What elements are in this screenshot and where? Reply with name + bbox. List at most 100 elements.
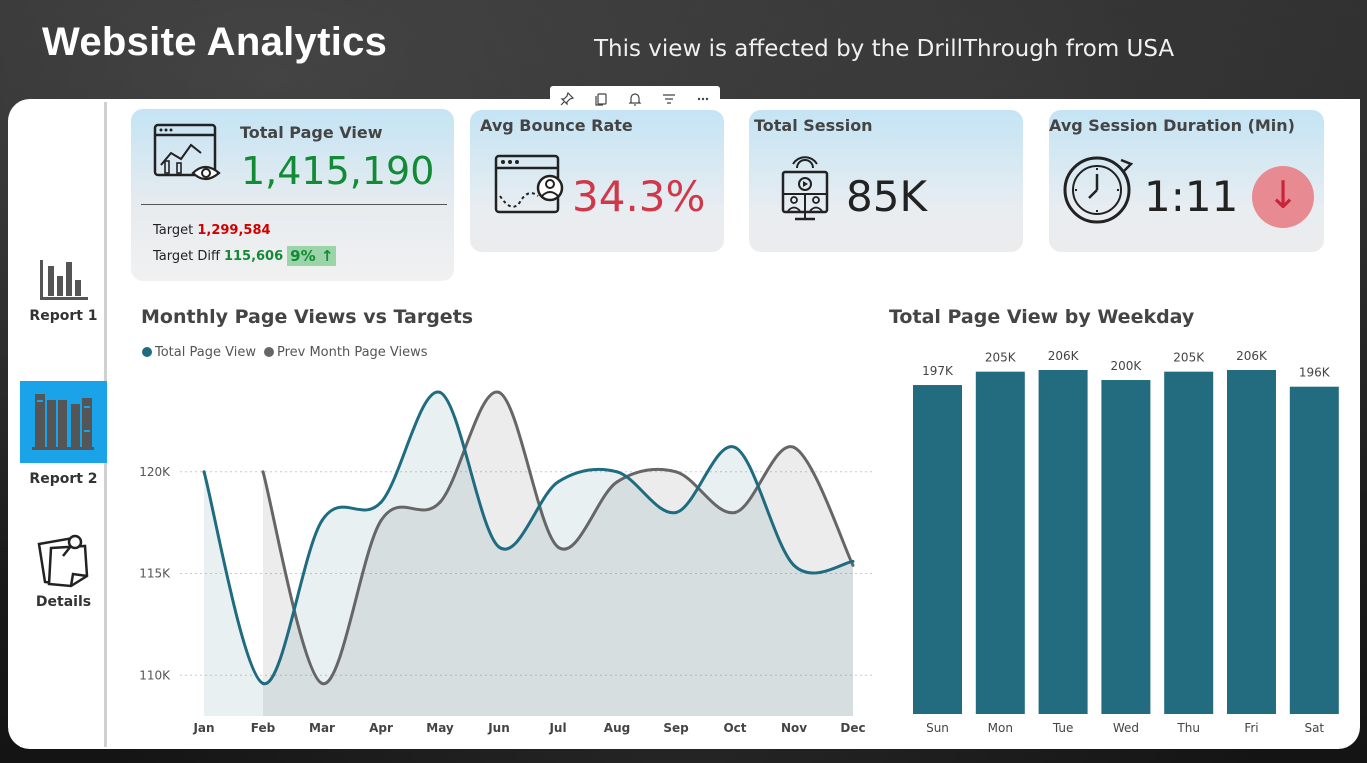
data-point[interactable]: [497, 545, 501, 549]
data-point[interactable]: [615, 480, 619, 484]
kpi-value: 34.3%: [572, 172, 706, 221]
bar[interactable]: [1164, 371, 1214, 714]
sidebar-item-label: Details: [35, 594, 92, 610]
more-icon[interactable]: [686, 86, 720, 112]
sticky-note-icon: [37, 534, 88, 588]
books-icon: [32, 394, 94, 450]
line-chart-legend: Total Page View Prev Month Page Views: [142, 345, 428, 360]
data-point[interactable]: [320, 519, 324, 523]
kpi-value: 85K: [846, 172, 927, 221]
x-tick-label: Sep: [663, 721, 689, 735]
data-point[interactable]: [674, 510, 678, 514]
drillthrough-subtitle: This view is affected by the DrillThroug…: [594, 36, 1175, 62]
data-point[interactable]: [379, 519, 383, 523]
pin-icon[interactable]: [550, 86, 584, 112]
sidebar-item-details[interactable]: Details: [20, 532, 107, 610]
kpi-title: Avg Session Duration (Min): [1049, 116, 1295, 135]
kpi-total-page-view[interactable]: Total Page View 1,415,190 Target 1,299,5…: [131, 109, 454, 281]
kpi-avg-session-duration[interactable]: Avg Session Duration (Min) 1:11 ↓: [1049, 110, 1324, 252]
bell-icon[interactable]: [618, 86, 652, 112]
arrow-up-icon: ↑: [320, 247, 334, 265]
copy-icon[interactable]: [584, 86, 618, 112]
x-tick-label: Tue: [1052, 721, 1074, 735]
kpi-avg-bounce-rate[interactable]: Avg Bounce Rate 34.3%: [470, 110, 724, 252]
x-tick-label: Wed: [1113, 721, 1139, 735]
page-title: Website Analytics: [42, 20, 388, 64]
legend-dot: [142, 347, 152, 357]
kpi-title: Total Session: [754, 116, 873, 135]
y-tick-label: 110K: [139, 668, 171, 682]
bar-data-label: 206K: [1048, 349, 1080, 363]
data-point[interactable]: [792, 445, 796, 449]
legend-item-total-page-view[interactable]: Total Page View: [142, 345, 256, 360]
data-point[interactable]: [556, 480, 560, 484]
x-tick-label: Aug: [604, 721, 630, 735]
target-diff-pct: 9%: [290, 247, 316, 265]
data-point[interactable]: [379, 500, 383, 504]
bar-data-label: 205K: [1173, 351, 1205, 365]
kpi-divider: [141, 204, 447, 205]
target-label: Target: [153, 223, 194, 238]
data-point[interactable]: [261, 681, 265, 685]
bar-chart-icon: [39, 260, 88, 300]
data-point[interactable]: [674, 470, 678, 474]
x-tick-label: Oct: [723, 721, 746, 735]
y-tick-label: 115K: [139, 567, 171, 581]
x-tick-label: Mar: [309, 721, 335, 735]
legend-label: Total Page View: [155, 345, 256, 360]
x-tick-label: Dec: [840, 721, 865, 735]
data-point[interactable]: [261, 470, 265, 474]
data-point[interactable]: [851, 563, 855, 567]
bar-data-label: 200K: [1111, 359, 1143, 373]
x-tick-label: Jun: [487, 721, 510, 735]
kpi-title: Total Page View: [240, 123, 383, 142]
x-tick-label: May: [426, 721, 454, 735]
bar[interactable]: [1101, 380, 1151, 714]
bar-chart-title: Total Page View by Weekday: [889, 306, 1195, 328]
data-point[interactable]: [733, 510, 737, 514]
data-point[interactable]: [202, 470, 206, 474]
sidebar-nav: Report 1 Report 2 Details: [20, 102, 107, 747]
target-diff-label: Target Diff: [153, 248, 220, 264]
data-point[interactable]: [556, 545, 560, 549]
x-tick-label: Mon: [988, 721, 1013, 735]
x-tick-label: Feb: [251, 721, 276, 735]
bar-chart[interactable]: 197K Sun 205K Mon 206K Tue 200K Wed 205K Thu 206K F…: [882, 340, 1352, 740]
bar[interactable]: [1227, 370, 1276, 714]
kpi-value: 1:11: [1144, 172, 1239, 221]
data-point[interactable]: [792, 563, 796, 567]
data-point[interactable]: [733, 445, 737, 449]
stopwatch-icon: [1063, 156, 1134, 224]
x-tick-label: Apr: [369, 721, 393, 735]
kpi-title: Avg Bounce Rate: [480, 116, 633, 135]
target-diff-value: 115,606: [223, 248, 284, 264]
sidebar-item-report-2[interactable]: Report 2: [20, 381, 107, 501]
sidebar-item-label: Report 2: [29, 471, 98, 487]
line-chart[interactable]: 110K 115K 120K Jan Feb Mar Apr May Jun Jul Aug Sep O…: [130, 360, 890, 750]
x-tick-label: Thu: [1176, 721, 1200, 735]
arrow-down-icon: ↓: [1252, 166, 1314, 228]
bar[interactable]: [975, 371, 1025, 714]
bar[interactable]: [913, 385, 962, 714]
data-point[interactable]: [320, 681, 324, 685]
bar[interactable]: [1289, 386, 1339, 714]
data-point[interactable]: [615, 470, 619, 474]
x-tick-label: Nov: [781, 721, 807, 735]
x-tick-label: Fri: [1244, 721, 1258, 735]
bar[interactable]: [1038, 370, 1088, 714]
data-point[interactable]: [438, 390, 442, 394]
legend-dot: [263, 347, 274, 357]
data-point[interactable]: [851, 559, 855, 563]
legend-item-prev-month[interactable]: Prev Month Page Views: [263, 345, 428, 360]
visual-header-toolbar: [550, 86, 720, 112]
data-point[interactable]: [497, 390, 501, 394]
bar-data-label: 196K: [1299, 366, 1331, 380]
sidebar-item-label: Report 1: [29, 308, 98, 324]
analytics-eye-icon: [153, 123, 221, 181]
data-point[interactable]: [438, 500, 442, 504]
kpi-total-session[interactable]: Total Session 85K: [749, 110, 1023, 252]
target-row: Target 1,299,584: [153, 223, 271, 238]
sidebar-item-report-1[interactable]: Report 1: [20, 254, 107, 324]
filter-icon[interactable]: [652, 86, 686, 112]
target-value: 1,299,584: [197, 223, 271, 238]
